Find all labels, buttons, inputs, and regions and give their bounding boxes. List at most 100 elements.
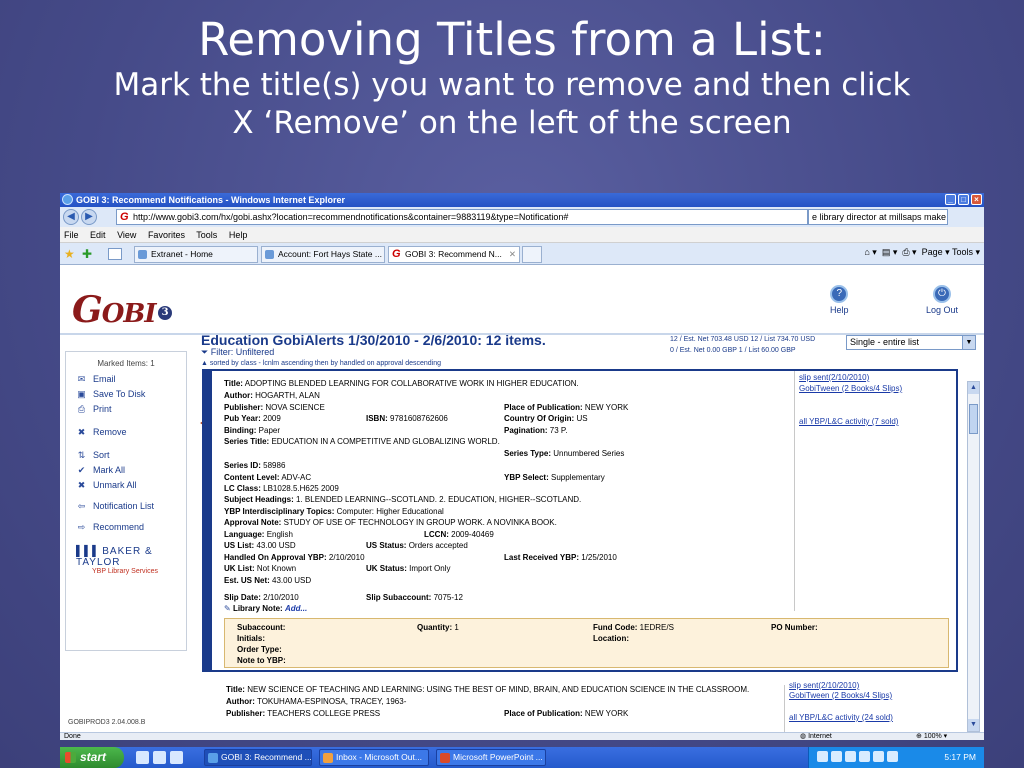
- sidebar-print[interactable]: ⎙ Print: [66, 402, 186, 416]
- page-tools-menu[interactable]: Page ▾ Tools ▾: [922, 247, 980, 257]
- help-button[interactable]: ? Help: [830, 285, 849, 315]
- slide-heading: Removing Titles from a List:: [198, 13, 826, 66]
- sidebar-notification-list[interactable]: ⇦ Notification List: [66, 499, 186, 513]
- scroll-thumb[interactable]: [969, 404, 978, 434]
- gobi-favicon-icon: G: [120, 211, 129, 223]
- menu-favorites[interactable]: Favorites: [148, 230, 185, 240]
- back-icon[interactable]: ◀: [63, 209, 79, 225]
- address-bar: ◀ ▶ G http://www.gobi3.com/hx/gobi.ashx?…: [60, 207, 984, 227]
- search-input[interactable]: e library director at millsaps make: [808, 209, 948, 225]
- outlook-task-icon: [323, 753, 333, 763]
- system-tray: 5:17 PM: [808, 747, 984, 768]
- help-icon: ?: [830, 285, 849, 303]
- add-note-link[interactable]: Add...: [285, 604, 307, 613]
- tab-account[interactable]: Account: Fort Hays State ...: [261, 246, 385, 263]
- start-button[interactable]: start: [60, 747, 124, 768]
- zoom-level[interactable]: ⊕ 100% ▾: [916, 733, 947, 740]
- menu-file[interactable]: File: [64, 230, 79, 240]
- tab-page-icon: [265, 250, 274, 259]
- close-icon[interactable]: ×: [971, 194, 982, 205]
- baker-taylor-logo: ▌▌▌ BAKER & TAYLOR YBP Library Services: [76, 546, 159, 575]
- sidebar-unmark-all[interactable]: ✖ Unmark All: [66, 478, 186, 492]
- task-gobi[interactable]: GOBI 3: Recommend ...: [204, 749, 312, 766]
- status-bar: Done ◍ Internet ⊕ 100% ▾: [60, 732, 984, 740]
- sidebar-recommend[interactable]: ⇨ Recommend: [66, 520, 186, 534]
- forward-icon[interactable]: ▶: [81, 209, 97, 225]
- sidebar-sort[interactable]: ⇅ Sort: [66, 448, 186, 462]
- favorites-star-icon[interactable]: ★: [64, 247, 75, 261]
- title-record-2[interactable]: Title: NEW SCIENCE OF TEACHING AND LEARN…: [222, 681, 958, 732]
- sidebar-save-to-disk[interactable]: ▣ Save To Disk: [66, 387, 186, 401]
- command-bar[interactable]: ⌂ ▾ ▤ ▾ ⎙ ▾ Page ▾ Tools ▾: [864, 247, 980, 258]
- antivirus-tray-icon[interactable]: [859, 751, 870, 762]
- network-tray-icon[interactable]: [831, 751, 842, 762]
- gobitween-link[interactable]: GobiTween (2 Books/4 Slips): [799, 384, 902, 393]
- url-input[interactable]: G http://www.gobi3.com/hx/gobi.ashx?loca…: [116, 209, 808, 225]
- tab-extranet-home[interactable]: Extranet - Home: [134, 246, 258, 263]
- update-tray-icon[interactable]: [873, 751, 884, 762]
- help-tray-icon[interactable]: [817, 751, 828, 762]
- menu-tools[interactable]: Tools: [196, 230, 217, 240]
- window-title: GOBI 3: Recommend Notifications - Window…: [76, 195, 345, 205]
- sort-up-icon: ▲: [201, 360, 208, 367]
- minimize-icon[interactable]: _: [945, 194, 956, 205]
- add-favorite-icon[interactable]: ✚: [82, 247, 92, 261]
- logout-button[interactable]: ⏻ Log Out: [926, 285, 958, 315]
- quick-launch: [136, 751, 183, 764]
- title-record-1[interactable]: Title: ADOPTING BLENDED LEARNING FOR COL…: [202, 369, 958, 672]
- menu-view[interactable]: View: [117, 230, 136, 240]
- action-sidebar: Marked Items: 1 ✉ Email ▣ Save To Disk ⎙ Pr…: [65, 351, 187, 651]
- activity-link[interactable]: all YBP/L&C activity (7 sold): [799, 417, 898, 426]
- build-version: GOBIPROD3 2.04.008.B: [68, 719, 146, 726]
- new-tab-button[interactable]: [522, 246, 542, 263]
- feeds-icon[interactable]: ▤ ▾: [882, 247, 898, 257]
- tab-page-icon: [138, 250, 147, 259]
- slip-sent-link[interactable]: slip sent(2/10/2010): [789, 681, 859, 690]
- desktop-quicklaunch-icon[interactable]: [153, 751, 166, 764]
- maximize-icon[interactable]: □: [958, 194, 969, 205]
- slip-sent-link[interactable]: slip sent(2/10/2010): [799, 373, 869, 382]
- page-content: GOBI 3 ? Help ⏻ Log Out Education GobiAle…: [60, 281, 984, 732]
- sidebar-remove[interactable]: ✖ Remove: [66, 425, 186, 439]
- sidebar-email[interactable]: ✉ Email: [66, 372, 186, 386]
- clock: 5:17 PM: [944, 752, 976, 762]
- sort-description: ▲ sorted by class - lcnlm ascending then…: [201, 360, 442, 367]
- filter-icon: ⏷: [201, 347, 209, 357]
- quick-tabs-icon[interactable]: [108, 248, 122, 260]
- home-icon[interactable]: ⌂ ▾: [864, 247, 876, 257]
- unmark-x-icon: ✖: [77, 479, 86, 490]
- ie-icon: [62, 194, 73, 205]
- activity-link[interactable]: all YBP/L&C activity (24 sold): [789, 713, 893, 722]
- ie-quicklaunch-icon[interactable]: [136, 751, 149, 764]
- menu-help[interactable]: Help: [229, 230, 248, 240]
- scroll-down-icon[interactable]: ▼: [968, 719, 979, 731]
- tab-bar: ★ ✚ Extranet - Home Account: Fort Hays S…: [60, 243, 984, 265]
- outlook-quicklaunch-icon[interactable]: [170, 751, 183, 764]
- windows-flag-icon: [65, 752, 76, 763]
- print-icon: ⎙: [77, 403, 86, 414]
- ie-task-icon: [208, 753, 218, 763]
- forward-arrow-icon: ⇨: [77, 521, 86, 532]
- view-select[interactable]: Single - entire list ▼: [846, 335, 976, 350]
- sidebar-mark-all[interactable]: ✔ Mark All: [66, 463, 186, 477]
- scroll-up-icon[interactable]: ▲: [968, 382, 979, 394]
- baker-taylor-bars-icon: ▌▌▌: [76, 546, 101, 557]
- alerts-heading: Education GobiAlerts 1/30/2010 - 2/6/201…: [201, 332, 546, 348]
- tab-gobi-recommend[interactable]: G GOBI 3: Recommend N... ✕: [388, 246, 520, 263]
- library-note-icon: ✎: [224, 604, 231, 613]
- gobitween-link[interactable]: GobiTween (2 Books/4 Slips): [789, 691, 892, 700]
- slide-subtitle-2: X ‘Remove’ on the left of the screen: [232, 105, 792, 141]
- slide-title: Removing Titles from a List: Mark the ti…: [0, 14, 1024, 142]
- task-powerpoint[interactable]: Microsoft PowerPoint ...: [436, 749, 546, 766]
- task-outlook[interactable]: Inbox - Microsoft Out...: [319, 749, 429, 766]
- gobi-tab-icon: G: [392, 248, 401, 260]
- security-tray-icon[interactable]: [887, 751, 898, 762]
- volume-tray-icon[interactable]: [845, 751, 856, 762]
- order-info-box: Subaccount: Quantity: 1 Fund Code: 1EDRE…: [224, 618, 949, 668]
- check-icon: ✔: [77, 464, 86, 475]
- tab-close-icon[interactable]: ✕: [509, 247, 516, 262]
- print-icon[interactable]: ⎙ ▾: [902, 247, 916, 257]
- menu-edit[interactable]: Edit: [90, 230, 106, 240]
- marked-items-count: Marked Items: 1: [97, 359, 155, 368]
- vertical-scrollbar[interactable]: ▲ ▼: [967, 381, 980, 732]
